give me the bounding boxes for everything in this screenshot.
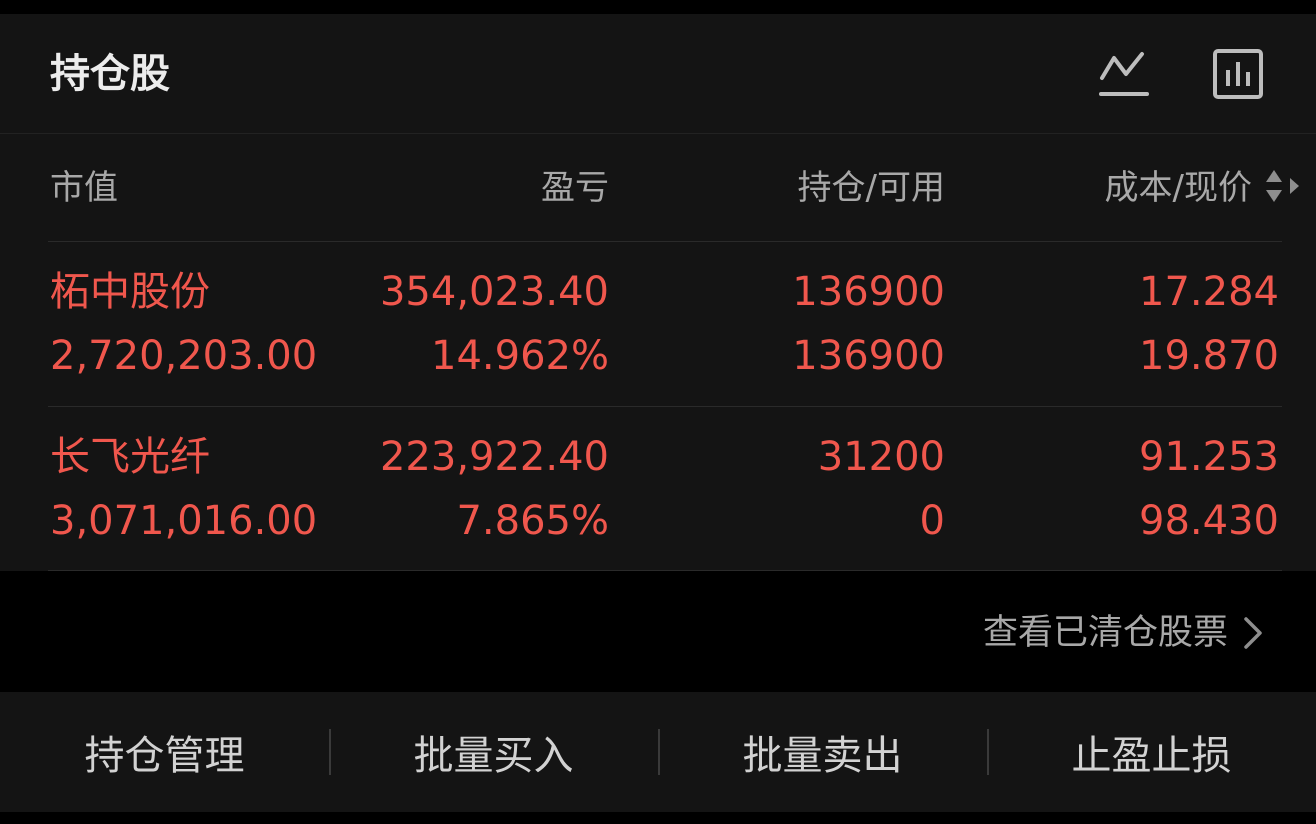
holdings-page: 持仓股 市值 盈亏 持仓/可用 成本/现价 柘中股份 2,720,203.00 … bbox=[0, 0, 1316, 824]
column-header-market-value: 市值 bbox=[50, 168, 118, 208]
profit-loss: 354,023.40 bbox=[379, 269, 609, 315]
profit-loss: 223,922.40 bbox=[379, 434, 609, 480]
holdings-card: 持仓股 市值 盈亏 持仓/可用 成本/现价 柘中股份 2,720,203.00 … bbox=[0, 14, 1316, 571]
chevron-right-icon bbox=[1244, 617, 1262, 649]
market-value: 2,720,203.00 bbox=[50, 333, 318, 379]
stop-profit-loss-button[interactable]: 止盈止损 bbox=[987, 692, 1316, 812]
position-quantity: 31200 bbox=[817, 434, 945, 480]
column-header-position: 持仓/可用 bbox=[797, 168, 945, 208]
available-quantity: 136900 bbox=[792, 333, 945, 379]
batch-sell-button[interactable]: 批量卖出 bbox=[658, 692, 987, 812]
column-header-cost-price[interactable]: 成本/现价 bbox=[1105, 166, 1252, 210]
column-headers: 市值 盈亏 持仓/可用 成本/现价 bbox=[0, 134, 1316, 241]
page-title: 持仓股 bbox=[50, 51, 170, 97]
profit-loss-percent: 7.865% bbox=[456, 498, 609, 544]
card-header: 持仓股 bbox=[0, 14, 1316, 134]
trend-line-icon[interactable] bbox=[1098, 48, 1150, 100]
holding-row[interactable]: 柘中股份 2,720,203.00 354,023.40 14.962% 136… bbox=[0, 242, 1316, 406]
market-value: 3,071,016.00 bbox=[50, 498, 318, 544]
position-management-button[interactable]: 持仓管理 bbox=[0, 692, 329, 812]
bar-chart-icon[interactable] bbox=[1212, 48, 1264, 100]
current-price: 19.870 bbox=[1139, 333, 1279, 379]
column-header-profit-loss: 盈亏 bbox=[541, 168, 609, 208]
view-cleared-stocks-label: 查看已清仓股票 bbox=[982, 613, 1228, 653]
position-quantity: 136900 bbox=[792, 269, 945, 315]
batch-buy-button[interactable]: 批量买入 bbox=[329, 692, 658, 812]
view-cleared-stocks-link[interactable]: 查看已清仓股票 bbox=[983, 608, 1264, 658]
stock-name: 长飞光纤 bbox=[50, 434, 210, 480]
bottom-strip bbox=[0, 812, 1316, 824]
divider bbox=[48, 570, 1282, 571]
action-bar: 持仓管理 批量买入 批量卖出 止盈止损 bbox=[0, 692, 1316, 812]
cost-price: 91.253 bbox=[1139, 434, 1279, 480]
profit-loss-percent: 14.962% bbox=[431, 333, 609, 379]
sort-icon[interactable] bbox=[1262, 163, 1304, 209]
current-price: 98.430 bbox=[1139, 498, 1279, 544]
cost-price: 17.284 bbox=[1139, 269, 1279, 315]
available-quantity: 0 bbox=[919, 498, 945, 544]
stock-name: 柘中股份 bbox=[50, 269, 210, 315]
holding-row[interactable]: 长飞光纤 3,071,016.00 223,922.40 7.865% 3120… bbox=[0, 407, 1316, 571]
